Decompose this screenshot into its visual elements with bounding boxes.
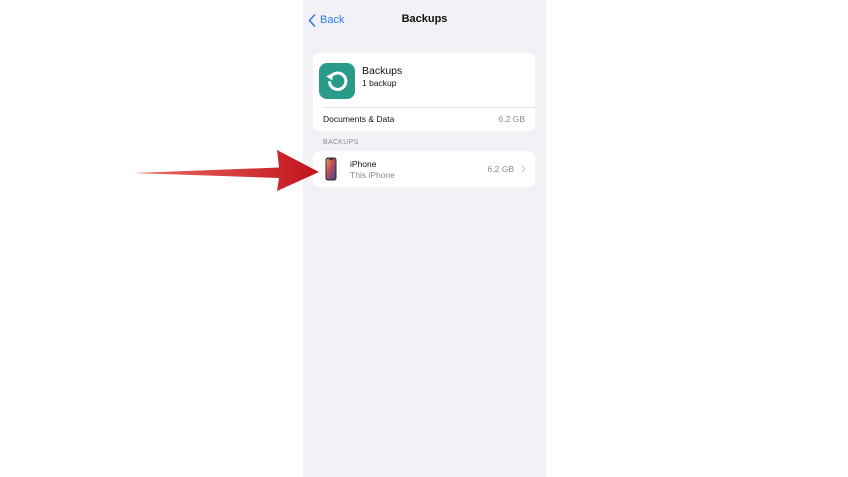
device-backup-size: 6.2 GB [487,164,514,174]
red-arrow-pointer-icon [133,150,319,191]
device-subtitle: This iPhone [350,170,395,180]
backups-summary-card: Backups 1 backup Documents & Data 6.2 GB [313,53,535,131]
settings-screen: Back Backups Backups 1 backup Documents … [303,0,546,477]
backup-count: 1 backup [362,78,397,88]
documents-data-size: 6.2 GB [498,114,525,124]
restore-icon [326,71,348,91]
backup-row-iphone[interactable]: iPhone This iPhone 6.2 GB [313,151,535,187]
iphone-icon [325,157,337,181]
chevron-right-icon [521,165,526,173]
backups-title: Backups [362,65,403,77]
navigation-bar: Back Backups [303,0,546,40]
device-name: iPhone [350,159,377,169]
backups-section-header: BACKUPS [323,139,359,146]
divider [323,107,535,108]
page-title: Backups [401,13,448,25]
screenshot-canvas: Back Backups Backups 1 backup Documents … [0,0,848,477]
backups-app-icon [319,63,355,99]
documents-data-label: Documents & Data [323,114,395,124]
